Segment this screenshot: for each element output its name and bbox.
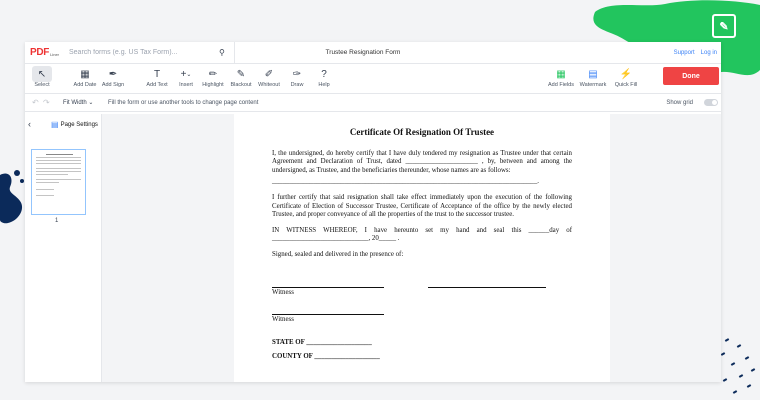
paragraph-1: I, the undersigned, do hereby certify th…: [272, 149, 572, 174]
names-line[interactable]: ________________________________________…: [272, 178, 572, 187]
paragraph-3: IN WITNESS WHEREOF, I have hereunto set …: [272, 226, 572, 243]
zoom-select[interactable]: Fit Width ⌄: [63, 99, 93, 106]
show-grid-label: Show grid: [666, 99, 693, 106]
highlighter-icon: ✏: [208, 68, 218, 80]
sub-toolbar: ↶ ↷ Fit Width ⌄ Fill the form or use ano…: [25, 94, 721, 112]
hint-text: Fill the form or use another tools to ch…: [108, 99, 259, 106]
chevron-down-icon: ⌄: [88, 100, 94, 106]
editor-window: PDF Liner ⚲ Trustee Resignation Form Sup…: [25, 42, 721, 382]
watermark-icon: ▤: [588, 68, 598, 80]
watermark-button[interactable]: ▤ Watermark: [578, 66, 608, 89]
text-icon: T: [153, 68, 161, 80]
county-field[interactable]: COUNTY OF ___________________: [272, 353, 572, 362]
document-canvas: Certificate Of Resignation Of Trustee I,…: [102, 114, 721, 382]
pdfliner-logo[interactable]: PDF Liner: [25, 47, 65, 58]
toolbar: ↖ Select ▦ Add Date ✒ Add Sign T Add Tex…: [25, 64, 721, 94]
lightning-icon: ⚡: [619, 68, 633, 80]
fields-grid-icon: ▦: [556, 68, 566, 80]
search-box: ⚲: [65, 42, 235, 64]
undo-icon[interactable]: ↶: [32, 98, 39, 107]
whiteout-button[interactable]: ✐ Whiteout: [254, 66, 284, 89]
document-heading: Certificate Of Resignation Of Trustee: [349, 127, 495, 137]
pdfliner-corner-logo-icon: ✎: [712, 14, 736, 38]
chevron-left-icon[interactable]: ‹: [28, 119, 31, 129]
add-text-button[interactable]: T Add Text: [142, 66, 172, 89]
plus-icon: + ⌄: [180, 68, 192, 80]
eraser-icon: ✐: [264, 68, 274, 80]
page-sidebar: ‹ ▤ Page Settings 1: [25, 114, 102, 382]
chevron-down-icon: ⌄: [186, 71, 192, 78]
search-icon[interactable]: ⚲: [219, 48, 225, 57]
insert-button[interactable]: + ⌄ Insert: [171, 66, 201, 89]
question-icon: ?: [321, 68, 327, 80]
signature-icon: ✒: [108, 68, 118, 80]
top-bar: PDF Liner ⚲ Trustee Resignation Form Sup…: [25, 42, 721, 64]
pen-icon: ✑: [292, 68, 302, 80]
witness-signature-line-1[interactable]: [272, 286, 384, 288]
page-thumbnail[interactable]: [31, 149, 86, 215]
quick-fill-button[interactable]: ⚡ Quick Fill: [611, 66, 641, 89]
add-sign-button[interactable]: ✒ Add Sign: [98, 66, 128, 89]
calendar-icon: ▦: [80, 68, 90, 80]
state-field[interactable]: STATE OF ___________________: [272, 339, 572, 348]
add-fields-button[interactable]: ▦ Add Fields: [546, 66, 576, 89]
redo-icon[interactable]: ↷: [43, 98, 50, 107]
witness-signature-line-2[interactable]: [272, 313, 384, 315]
trustee-signature-line[interactable]: [428, 286, 546, 288]
document-page[interactable]: Certificate Of Resignation Of Trustee I,…: [234, 114, 610, 382]
paragraph-2: I further certify that said resignation …: [272, 193, 572, 219]
select-tool-button[interactable]: ↖ Select: [27, 66, 57, 88]
witness-label-2: Witness: [272, 315, 294, 323]
paragraph-4: Signed, sealed and delivered in the pres…: [272, 250, 404, 258]
draw-button[interactable]: ✑ Draw: [282, 66, 312, 89]
page-number: 1: [55, 218, 59, 224]
highlight-button[interactable]: ✏ Highlight: [198, 66, 228, 89]
witness-label-1: Witness: [272, 288, 294, 296]
page-settings-icon: ▤: [51, 120, 59, 129]
navy-dots-decoration: [720, 338, 756, 394]
done-button[interactable]: Done: [663, 67, 719, 85]
help-button[interactable]: ? Help: [309, 66, 339, 89]
search-input[interactable]: [69, 49, 219, 56]
blackout-button[interactable]: ✎ Blackout: [226, 66, 256, 89]
blackout-icon: ✎: [236, 68, 246, 80]
add-date-button[interactable]: ▦ Add Date: [70, 66, 100, 89]
show-grid-toggle[interactable]: [704, 99, 718, 106]
page-settings-button[interactable]: ▤ Page Settings: [51, 120, 98, 129]
signature-block: Witness Witness: [272, 272, 572, 328]
cursor-icon: ↖: [32, 66, 52, 82]
support-link[interactable]: Support: [674, 50, 695, 56]
login-link[interactable]: Log in: [701, 50, 717, 56]
document-title: Trustee Resignation Form: [325, 49, 401, 56]
